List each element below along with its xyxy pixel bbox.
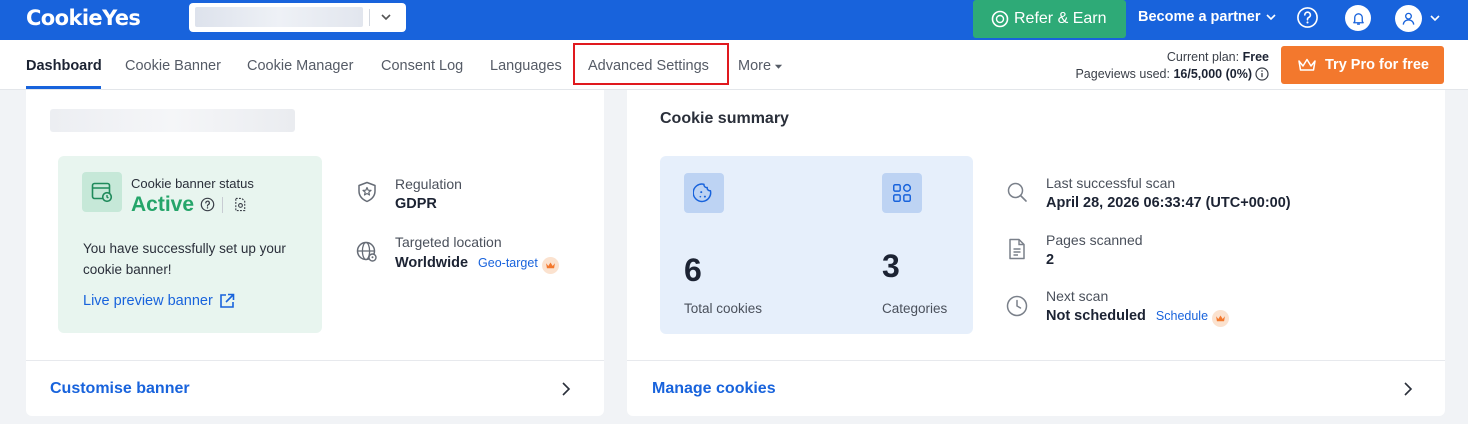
globe-location-icon bbox=[356, 241, 377, 262]
last-scan-label: Last successful scan bbox=[1046, 175, 1176, 191]
tab-dashboard[interactable]: Dashboard bbox=[26, 58, 102, 74]
chevron-right-icon[interactable] bbox=[1400, 380, 1416, 398]
help-icon[interactable] bbox=[1296, 6, 1319, 29]
categories-label: Categories bbox=[882, 301, 948, 316]
active-tab-indicator bbox=[26, 86, 101, 89]
current-plan-label: Current plan: bbox=[1166, 50, 1240, 64]
search-icon bbox=[1007, 182, 1027, 202]
geo-target-link[interactable]: Geo-target bbox=[478, 256, 538, 270]
top-bar: CookieYes Refer & Earn Become a partner bbox=[0, 0, 1468, 40]
categories-count: 3 bbox=[882, 248, 900, 284]
cookie-stats-box: 6 3 Total cookies Categories bbox=[660, 156, 973, 334]
live-preview-link[interactable]: Live preview banner bbox=[83, 292, 236, 310]
info-icon[interactable] bbox=[1255, 67, 1269, 81]
try-pro-label: Try Pro for free bbox=[1325, 57, 1429, 73]
banner-status-label: Cookie banner status bbox=[131, 176, 254, 191]
become-partner-label: Become a partner bbox=[1138, 9, 1261, 25]
website-name-redacted bbox=[195, 7, 363, 27]
regulation-label: Regulation bbox=[395, 176, 462, 192]
website-selector[interactable] bbox=[189, 3, 406, 32]
pageviews-value: 16/5,000 (0%) bbox=[1173, 67, 1252, 81]
external-link-icon bbox=[219, 293, 235, 308]
chevron-down-icon bbox=[1265, 14, 1276, 21]
notifications-button[interactable] bbox=[1345, 5, 1371, 31]
cookie-summary-title: Cookie summary bbox=[660, 110, 789, 127]
become-partner-menu[interactable]: Become a partner bbox=[1138, 9, 1277, 25]
banner-status-box: Cookie banner status Active You have suc… bbox=[58, 156, 322, 333]
tab-more-label: More bbox=[738, 58, 772, 74]
targeted-location-value: Worldwide bbox=[395, 255, 469, 271]
crown-icon bbox=[1212, 310, 1230, 327]
clock-icon bbox=[1006, 295, 1028, 317]
live-preview-label: Live preview banner bbox=[83, 293, 213, 309]
document-icon bbox=[1009, 238, 1025, 260]
main-nav: Dashboard Cookie Banner Cookie Manager C… bbox=[0, 40, 1468, 90]
tab-languages[interactable]: Languages bbox=[490, 58, 562, 74]
schedule-link[interactable]: Schedule bbox=[1156, 309, 1208, 323]
categories-icon-box bbox=[882, 173, 922, 213]
banner-card: Cookie banner status Active You have suc… bbox=[26, 90, 604, 416]
cookie-icon bbox=[693, 183, 712, 203]
try-pro-button[interactable]: Try Pro for free bbox=[1281, 46, 1444, 84]
refer-earn-button[interactable]: Refer & Earn bbox=[973, 0, 1126, 38]
bell-icon bbox=[1352, 12, 1364, 25]
cookie-icon-box bbox=[684, 173, 724, 213]
banner-status-value: Active bbox=[131, 193, 195, 216]
manage-cookies-link[interactable]: Manage cookies bbox=[652, 380, 776, 398]
tab-more[interactable]: More bbox=[738, 58, 783, 74]
tab-cookie-banner[interactable]: Cookie Banner bbox=[125, 58, 221, 74]
categories-grid-icon bbox=[893, 183, 912, 202]
user-icon bbox=[1402, 12, 1415, 25]
targeted-location-row: Worldwide Geo-target bbox=[395, 255, 559, 274]
banner-status-icon-box bbox=[82, 172, 122, 212]
total-cookies-count: 6 bbox=[684, 252, 702, 288]
pages-scanned-value: 2 bbox=[1046, 252, 1055, 268]
current-plan-value: Free bbox=[1242, 50, 1269, 64]
next-scan-value: Not scheduled bbox=[1046, 308, 1146, 324]
caret-down-icon bbox=[774, 64, 783, 69]
tab-advanced-settings[interactable]: Advanced Settings bbox=[588, 58, 709, 74]
banner-window-icon bbox=[91, 182, 113, 203]
document-search-icon[interactable] bbox=[233, 197, 248, 212]
next-scan-label: Next scan bbox=[1046, 288, 1109, 304]
badge-icon bbox=[991, 10, 1009, 28]
refer-earn-label: Refer & Earn bbox=[1014, 10, 1107, 27]
regulation-value: GDPR bbox=[395, 196, 437, 212]
divider bbox=[369, 9, 370, 26]
redacted-website-title bbox=[50, 109, 295, 132]
cookie-summary-card: Cookie summary 6 3 Total cookies Categor… bbox=[627, 90, 1445, 416]
total-cookies-label: Total cookies bbox=[684, 301, 763, 316]
divider bbox=[627, 360, 1445, 361]
divider bbox=[222, 197, 223, 213]
pages-scanned-label: Pages scanned bbox=[1046, 232, 1143, 248]
tab-consent-log[interactable]: Consent Log bbox=[381, 58, 463, 74]
tab-cookie-manager[interactable]: Cookie Manager bbox=[247, 58, 353, 74]
pageviews-label: Pageviews used: bbox=[1075, 67, 1170, 81]
banner-setup-message: You have successfully set up your cookie… bbox=[83, 241, 286, 277]
crown-icon bbox=[1298, 58, 1316, 71]
next-scan-row: Not scheduled Schedule bbox=[1046, 308, 1230, 327]
help-icon[interactable] bbox=[200, 197, 215, 212]
crown-icon bbox=[541, 257, 559, 274]
plan-info: Current plan: Free Pageviews used: 16/5,… bbox=[1060, 49, 1269, 83]
user-menu-button[interactable] bbox=[1395, 5, 1422, 32]
shield-star-icon bbox=[358, 181, 376, 203]
logo[interactable]: CookieYes bbox=[26, 6, 141, 30]
chevron-right-icon[interactable] bbox=[558, 380, 574, 398]
chevron-down-icon[interactable] bbox=[1429, 12, 1441, 24]
customise-banner-link[interactable]: Customise banner bbox=[50, 380, 190, 398]
targeted-location-label: Targeted location bbox=[395, 234, 502, 250]
chevron-down-icon bbox=[381, 14, 391, 21]
divider bbox=[26, 360, 604, 361]
last-scan-value: April 28, 2026 06:33:47 (UTC+00:00) bbox=[1046, 195, 1291, 211]
